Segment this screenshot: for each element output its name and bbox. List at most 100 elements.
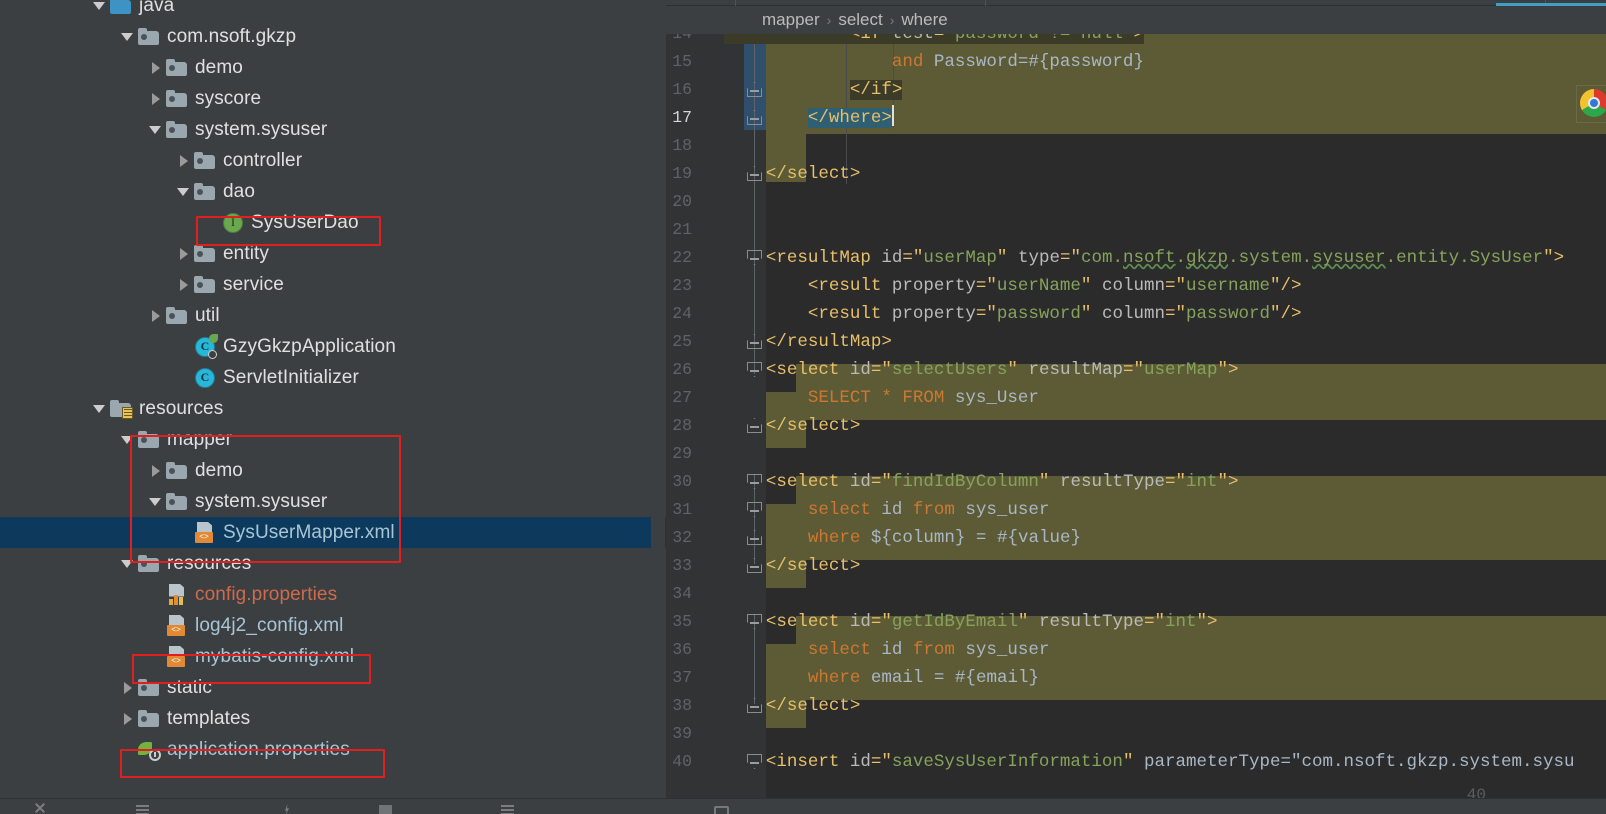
code-line[interactable]: </select> [724, 412, 861, 440]
chevron-right-icon[interactable] [146, 461, 166, 481]
code-line[interactable]: <select id="findIdByColumn" resultType="… [724, 468, 1239, 496]
chevron-right-icon[interactable] [146, 58, 166, 78]
code-line[interactable]: select id from sys_user [724, 496, 1050, 524]
tree-item[interactable]: C GzyGkzpApplication [0, 331, 666, 362]
chevron-down-icon[interactable] [118, 554, 138, 574]
chevron-down-icon[interactable] [90, 399, 110, 419]
tree-item[interactable]: service [0, 269, 666, 300]
tree-item[interactable]: resources [0, 548, 666, 579]
code-line[interactable]: SELECT * FROM sys_User [724, 384, 1039, 412]
code-line[interactable]: where ${column} = #{value} [724, 524, 1081, 552]
line-number: 22 [672, 248, 692, 267]
tree-item[interactable]: controller [0, 145, 666, 176]
tree-item-label: ServletInitializer [223, 366, 359, 388]
tree-item[interactable]: resources [0, 393, 666, 424]
editor-panel[interactable]: mapper › select › where 15 16 17 18 19 2… [666, 0, 1606, 804]
code-line[interactable]: </resultMap> [724, 328, 892, 356]
sidebar-scrollbar-track[interactable] [651, 0, 665, 798]
tree-item[interactable]: <> mybatis-config.xml [0, 641, 666, 672]
breadcrumb-item-where[interactable]: where [901, 10, 947, 30]
chevron-right-icon[interactable] [174, 275, 194, 295]
chevron-down-icon[interactable] [146, 492, 166, 512]
chevron-right-icon[interactable] [118, 678, 138, 698]
tree-item-label: demo [195, 459, 243, 481]
chevron-right-icon[interactable] [118, 709, 138, 729]
code-line[interactable]: select id from sys_user [724, 636, 1050, 664]
code-line[interactable]: where email = #{email} [724, 664, 1039, 692]
tree-item-label: controller [223, 149, 303, 171]
tree-item[interactable]: system.sysuser [0, 486, 666, 517]
tree-item-label: dao [223, 180, 256, 202]
breadcrumb[interactable]: mapper › select › where [666, 6, 1606, 34]
code-line[interactable]: </select> [724, 552, 861, 580]
chevron-down-icon[interactable] [118, 27, 138, 47]
code-line[interactable]: and Password=#{password} [724, 48, 1144, 76]
code-line[interactable]: <resultMap id="userMap" type="com.nsoft.… [724, 244, 1564, 272]
chrome-icon[interactable] [1580, 89, 1606, 119]
code-line[interactable]: </where> [724, 104, 894, 132]
chevron-down-icon[interactable] [118, 430, 138, 450]
build-icon[interactable] [712, 802, 729, 814]
tree-item[interactable]: I SysUserDao [0, 207, 666, 238]
code-line[interactable]: <if test="password != null"> [723, 34, 1144, 48]
chevron-down-icon[interactable] [90, 0, 110, 16]
line-number: 33 [672, 556, 692, 575]
package-folder-icon [166, 306, 188, 325]
run-icon[interactable] [280, 802, 296, 814]
tree-item[interactable]: <> SysUserMapper.xml [0, 517, 666, 548]
chevron-right-icon[interactable] [174, 244, 194, 264]
code-line[interactable]: <result property="userName" column="user… [724, 272, 1302, 300]
code-line[interactable]: </select> [724, 160, 861, 188]
chevron-right-icon[interactable] [174, 151, 194, 171]
tree-item[interactable]: mapper [0, 424, 666, 455]
tree-item[interactable]: system.sysuser [0, 114, 666, 145]
tree-item-label: templates [167, 707, 251, 729]
code-line[interactable]: </if> [724, 76, 903, 104]
line-number: 24 [672, 304, 692, 323]
tree-item[interactable]: C ServletInitializer [0, 362, 666, 393]
tree-item[interactable]: templates [0, 703, 666, 734]
problems-icon[interactable] [500, 802, 516, 814]
code-line[interactable]: <result property="password" column="pass… [724, 300, 1302, 328]
bottom-toolbar[interactable] [0, 798, 1606, 814]
code-line[interactable]: </select> [724, 692, 861, 720]
line-number: 36 [672, 640, 692, 659]
project-tree-panel[interactable]: java com.nsoft.gkzp demo syscore system.sysu… [0, 0, 666, 798]
tree-item[interactable]: java [0, 0, 666, 21]
todo-icon[interactable] [135, 802, 151, 814]
code-line[interactable]: <insert id="saveSysUserInformation" para… [724, 748, 1575, 776]
code-line[interactable]: <select id="getIdByEmail" resultType="in… [724, 608, 1218, 636]
tree-item[interactable]: static [0, 672, 666, 703]
tree-item[interactable]: <> log4j2_config.xml [0, 610, 666, 641]
tree-item[interactable]: demo [0, 52, 666, 83]
package-folder-icon [166, 492, 188, 511]
tree-item[interactable]: com.nsoft.gkzp [0, 21, 666, 52]
tree-item[interactable]: entity [0, 238, 666, 269]
chevron-right-icon[interactable] [146, 89, 166, 109]
package-folder-icon [166, 461, 188, 480]
chevron-down-icon[interactable] [146, 120, 166, 140]
line-number: 38 [672, 696, 692, 715]
chevron-right-icon[interactable] [146, 306, 166, 326]
tree-item[interactable]: demo [0, 455, 666, 486]
line-number: 16 [672, 80, 692, 99]
xml-file-icon: <> [166, 614, 188, 637]
tree-item[interactable]: syscore [0, 83, 666, 114]
chevron-down-icon[interactable] [174, 182, 194, 202]
tree-item[interactable]: config.properties [0, 579, 666, 610]
code-editor[interactable]: 14 15 16 17 18 19 20 21 22 23 24 25 26 27 28 29 30 31 32 33… [666, 34, 1606, 798]
source-folder-icon [110, 0, 132, 15]
tree-item-label: SysUserDao [251, 211, 359, 233]
tree-item[interactable]: dao [0, 176, 666, 207]
tree-item[interactable]: util [0, 300, 666, 331]
package-folder-icon [166, 120, 188, 139]
terminal-icon[interactable] [378, 802, 394, 814]
tree-item[interactable]: application.properties [0, 734, 666, 765]
breadcrumb-item-mapper[interactable]: mapper [762, 10, 820, 30]
close-icon[interactable] [32, 802, 48, 814]
breadcrumb-item-select[interactable]: select [838, 10, 882, 30]
tree-item-label: config.properties [195, 583, 338, 605]
code-line[interactable]: <select id="selectUsers" resultMap="user… [724, 356, 1239, 384]
